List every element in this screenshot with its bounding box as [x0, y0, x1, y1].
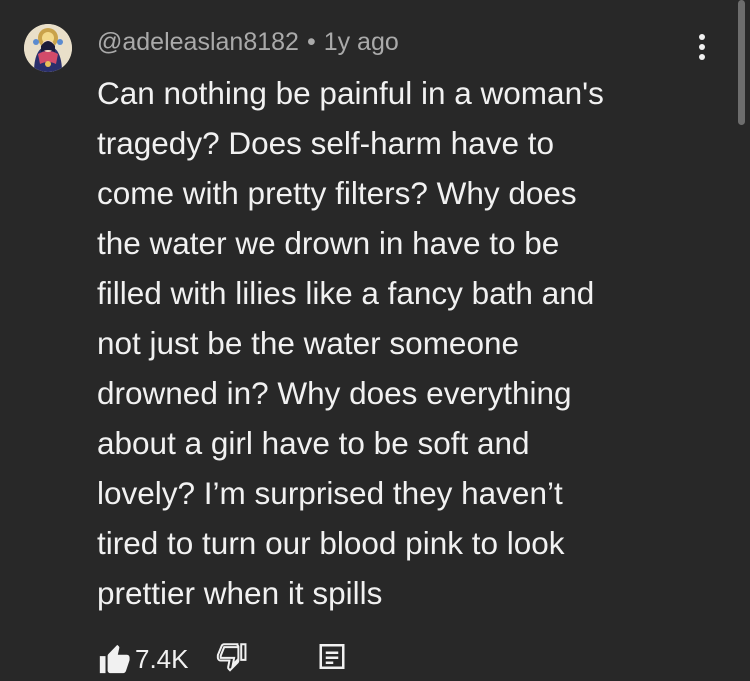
like-button[interactable]: [97, 642, 131, 676]
comment-timestamp[interactable]: 1y ago: [324, 28, 399, 56]
scrollbar[interactable]: [736, 0, 750, 668]
comment-text-line: filled with lilies like a fancy bath and: [97, 275, 595, 311]
like-count: 7.4K: [135, 644, 189, 674]
scrollbar-thumb[interactable]: [738, 0, 745, 125]
comment-actions: 7.4K: [97, 636, 397, 676]
comment-text-line: lovely? I’m surprised they haven’t: [97, 475, 563, 511]
thumb-down-icon: [216, 643, 247, 672]
reply-comment-icon: [319, 644, 345, 669]
meta-separator: •: [306, 28, 316, 56]
comment-text-line: tragedy? Does self-harm have to: [97, 125, 554, 161]
more-vert-icon-dot: [699, 54, 705, 60]
thumb-up-icon: [99, 644, 130, 674]
dislike-button[interactable]: [215, 640, 249, 674]
comment-text-line: Can nothing be painful in a woman's: [97, 75, 604, 111]
author-avatar[interactable]: [24, 24, 72, 72]
comment-text-line: about a girl have to be soft and: [97, 425, 530, 461]
more-vert-icon-dot: [699, 34, 705, 40]
comment-text-line: come with pretty filters? Why does: [97, 175, 577, 211]
comment-text-line: the water we drown in have to be: [97, 225, 560, 261]
comment: @adeleaslan8182 • 1y ago Can nothing be pa…: [0, 0, 750, 674]
comment-text-line: tired to turn our blood pink to look: [97, 525, 565, 561]
avatar-illustration-icon: [24, 24, 72, 72]
comment-text: Can nothing be painful in a woman's trag…: [97, 68, 727, 618]
comment-text-line: not just be the water someone: [97, 325, 520, 361]
more-options-button[interactable]: [690, 30, 714, 64]
comment-text-line: prettier when it spills: [97, 575, 383, 611]
comment-meta: @adeleaslan8182 • 1y ago: [97, 26, 399, 58]
comment-text-line: drowned in? Why does everything: [97, 375, 572, 411]
more-vert-icon-dot: [699, 44, 705, 50]
reply-button[interactable]: [317, 642, 347, 676]
author-handle[interactable]: @adeleaslan8182: [97, 28, 299, 56]
